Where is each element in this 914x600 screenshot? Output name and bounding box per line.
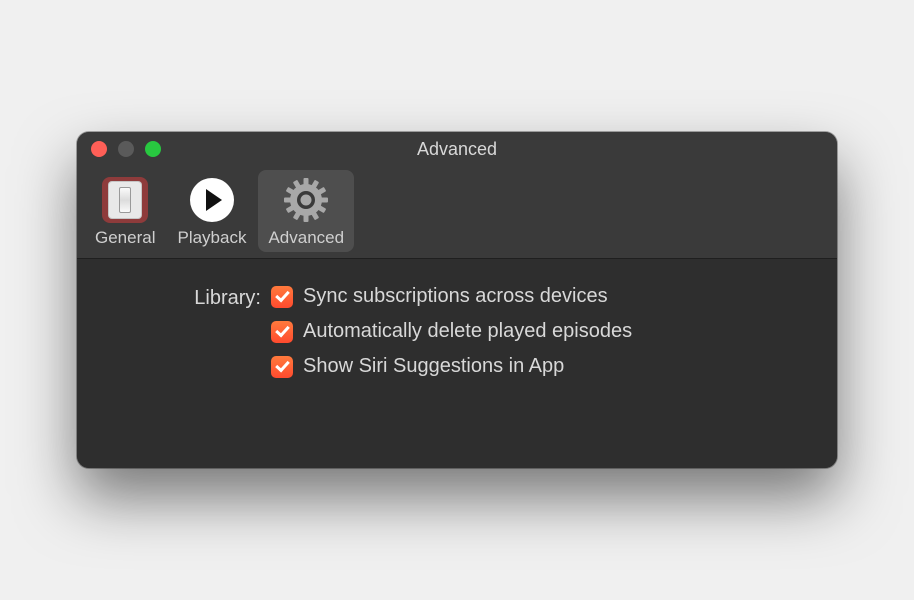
window-title: Advanced	[417, 139, 497, 160]
tab-advanced-label: Advanced	[268, 228, 344, 248]
option-siri-suggestions[interactable]: Show Siri Suggestions in App	[271, 355, 632, 378]
gear-icon	[282, 176, 330, 224]
tab-playback-label: Playback	[177, 228, 246, 248]
window-controls	[91, 141, 161, 157]
general-icon	[101, 176, 149, 224]
tab-advanced[interactable]: Advanced	[258, 170, 354, 252]
option-auto-delete-label: Automatically delete played episodes	[303, 320, 632, 343]
library-options: Sync subscriptions across devices Automa…	[271, 285, 632, 378]
preferences-window: Advanced General Playback	[77, 132, 837, 468]
tab-general[interactable]: General	[85, 170, 165, 252]
tab-general-label: General	[95, 228, 155, 248]
option-sync-subscriptions-label: Sync subscriptions across devices	[303, 285, 608, 308]
titlebar: Advanced	[77, 132, 837, 166]
minimize-button[interactable]	[118, 141, 134, 157]
content-pane: Library: Sync subscriptions across devic…	[77, 259, 837, 468]
tab-playback[interactable]: Playback	[167, 170, 256, 252]
library-section-label: Library:	[101, 285, 271, 310]
close-button[interactable]	[91, 141, 107, 157]
zoom-button[interactable]	[145, 141, 161, 157]
option-auto-delete[interactable]: Automatically delete played episodes	[271, 320, 632, 343]
checkbox-siri-suggestions[interactable]	[271, 356, 293, 378]
playback-icon	[188, 176, 236, 224]
option-sync-subscriptions[interactable]: Sync subscriptions across devices	[271, 285, 632, 308]
option-siri-suggestions-label: Show Siri Suggestions in App	[303, 355, 564, 378]
checkbox-sync-subscriptions[interactable]	[271, 286, 293, 308]
checkbox-auto-delete[interactable]	[271, 321, 293, 343]
preferences-toolbar: General Playback	[77, 166, 837, 259]
